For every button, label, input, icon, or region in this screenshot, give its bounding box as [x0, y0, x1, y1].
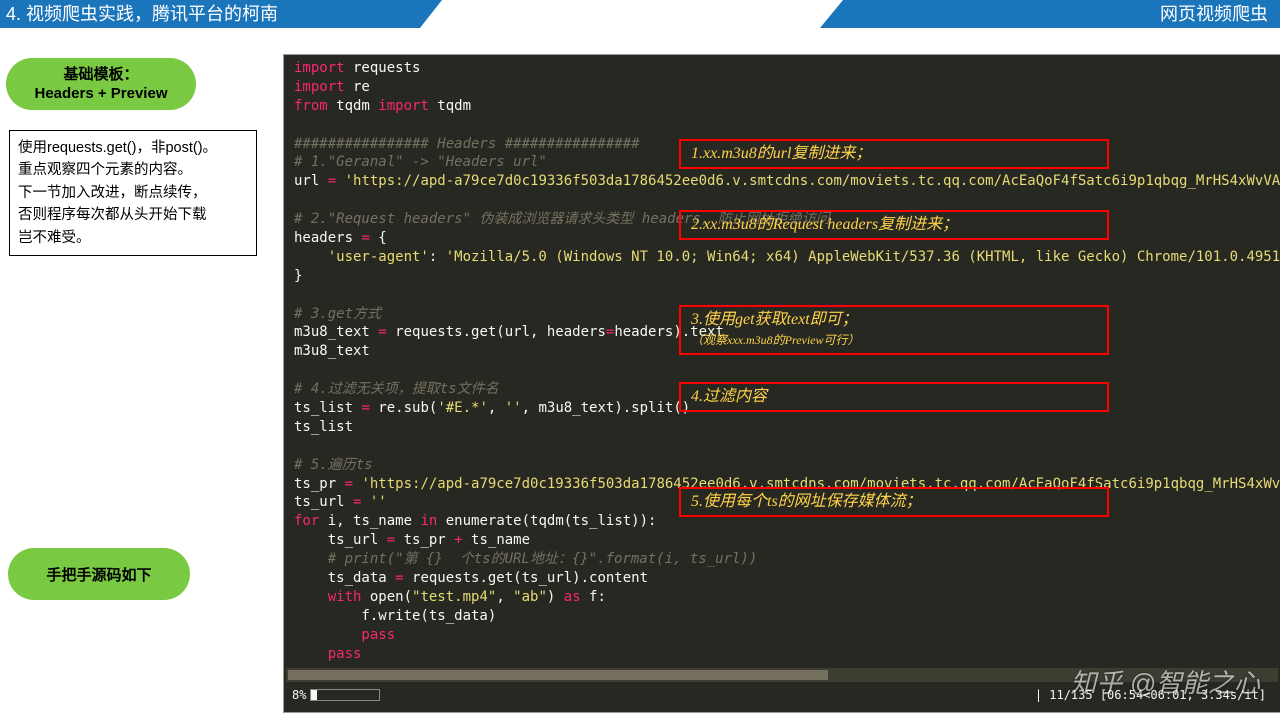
note-l1: 使用requests.get()，非post()。: [18, 137, 248, 159]
ann3-main: 3.使用get获取text即可；: [691, 311, 858, 328]
progress-percent: 8%: [292, 688, 306, 702]
scrollbar-thumb[interactable]: [288, 670, 828, 680]
badge-source-code: 手把手源码如下: [8, 548, 190, 600]
annotation-2: 2.xx.m3u8的Request headers复制进来；: [679, 210, 1109, 240]
annotation-4: 4.过滤内容: [679, 382, 1109, 412]
annotation-3: 3.使用get获取text即可； （观察xxx.m3u8的Preview可行）: [679, 305, 1109, 355]
note-l2: 重点观察四个元素的内容。: [18, 159, 248, 181]
note-l4: 否则程序每次都从头开始下载: [18, 204, 248, 226]
ann3-sub: （观察xxx.m3u8的Preview可行）: [691, 333, 860, 347]
progress-stats: | 11/135 [06:54<06:01, 3.34s/it]: [1035, 688, 1266, 702]
note-l3: 下一节加入改进，断点续传，: [18, 182, 248, 204]
badge-line2: Headers + Preview: [34, 85, 167, 102]
slide-title-right: 网页视频爬虫: [820, 0, 1280, 28]
annotation-5: 5.使用每个ts的网址保存媒体流；: [679, 487, 1109, 517]
progress-fill: [311, 690, 316, 700]
tqdm-progress: 8% | 11/135 [06:54<06:01, 3.34s/it]: [292, 686, 1272, 704]
badge-line1: 基础模板：: [63, 66, 138, 83]
note-l5: 岂不难受。: [18, 227, 248, 249]
usage-note: 使用requests.get()，非post()。 重点观察四个元素的内容。 下…: [9, 130, 257, 256]
slide-title-left: 4. 视频爬虫实践，腾讯平台的柯南: [0, 0, 442, 28]
horizontal-scrollbar[interactable]: [286, 668, 1278, 682]
annotation-1: 1.xx.m3u8的url复制进来；: [679, 139, 1109, 169]
badge-basic-template: 基础模板： Headers + Preview: [6, 58, 196, 110]
progress-bar: [310, 689, 380, 701]
code-editor: import requests import re from tqdm impo…: [284, 55, 1280, 712]
